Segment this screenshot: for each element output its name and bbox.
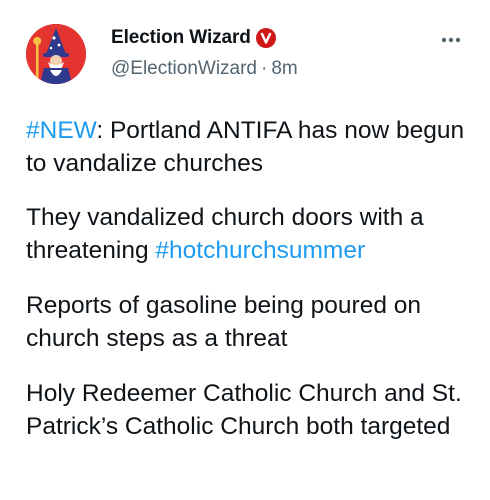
tweet-paragraph-1: #NEW: Portland ANTIFA has now begun to v… xyxy=(26,114,476,180)
wizard-avatar-icon xyxy=(26,24,86,84)
tweet-paragraph-3-text: Reports of gasoline being poured on chur… xyxy=(26,292,422,352)
separator-dot: · xyxy=(261,58,268,79)
author-handle[interactable]: @ElectionWizard xyxy=(111,58,257,80)
tweet-text: #NEW: Portland ANTIFA has now begun to v… xyxy=(26,114,476,465)
tweet-paragraph-3: Reports of gasoline being poured on chur… xyxy=(26,289,476,355)
hashtag-hotchurchsummer[interactable]: #hotchurchsummer xyxy=(155,237,365,264)
tweet-card: Election Wizard @ElectionWizard · 8m #NE… xyxy=(0,0,490,500)
tweet-timestamp[interactable]: 8m xyxy=(271,58,297,80)
tweet-paragraph-2: They vandalized church doors with a thre… xyxy=(26,201,476,267)
author-display-name[interactable]: Election Wizard xyxy=(111,27,251,49)
tweet-paragraph-4-text: Holy Redeemer Catholic Church and St. Pa… xyxy=(26,380,462,440)
author-avatar[interactable] xyxy=(26,24,86,84)
author-handle-row: @ElectionWizard · 8m xyxy=(111,56,298,82)
tweet-paragraph-4: Holy Redeemer Catholic Church and St. Pa… xyxy=(26,377,476,443)
author-name-row: Election Wizard xyxy=(111,25,276,51)
verified-badge-icon xyxy=(255,28,276,48)
more-options-icon[interactable] xyxy=(434,30,468,50)
hashtag-new[interactable]: #NEW xyxy=(26,117,96,144)
